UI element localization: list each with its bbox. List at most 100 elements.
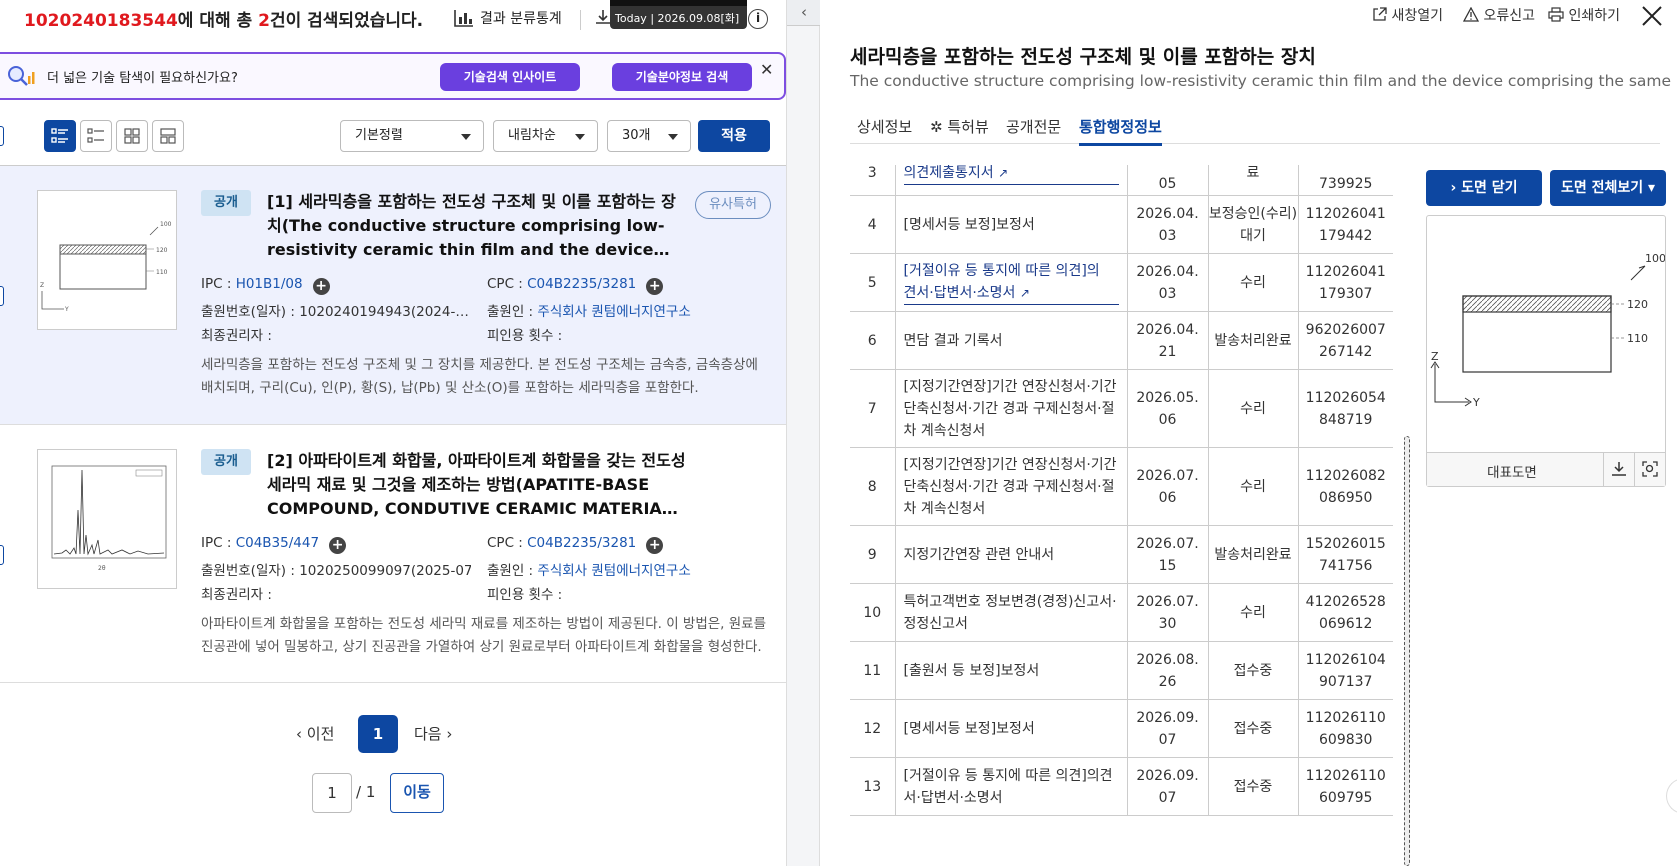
row-doc-number: 112026110 609795	[1298, 757, 1393, 816]
admin-history-row: 9 지정기간연장 관련 안내서 2026.07. 15 발송처리완료 152026015 7…	[850, 525, 1393, 584]
applicant-link[interactable]: 주식회사 퀀텀에너지연구소	[537, 304, 690, 320]
page-number-current[interactable]: 1	[358, 715, 398, 753]
panel-splitter[interactable]: ‹	[786, 0, 821, 866]
close-icon[interactable]	[1640, 0, 1664, 35]
row-doc-number: 112026041 179307	[1298, 253, 1393, 312]
admin-history-table: 3 의견제출통지서 ↗ 05 료 739925 4 [명세서등 보정]보정서 2026.04.…	[850, 165, 1393, 866]
cited-count: 피인용 횟수 :	[487, 587, 563, 603]
row-date: 2026.09. 07	[1127, 699, 1209, 758]
plus-icon[interactable]: +	[329, 537, 347, 554]
admin-history-row: 4 [명세서등 보정]보정서 2026.04. 03 보정승인(수리)대기 1120260…	[850, 195, 1393, 254]
plus-icon[interactable]: +	[646, 537, 664, 554]
go-page-button[interactable]: 이동	[390, 773, 444, 813]
row-doc-number: 112026041 179442	[1298, 195, 1393, 254]
next-page-button[interactable]: 다음 ›	[414, 723, 452, 744]
row-status: 료	[1208, 165, 1299, 196]
cited-count: 피인용 횟수 :	[487, 328, 563, 344]
tab-patent-view[interactable]: ✲ 특허뷰	[930, 116, 989, 137]
document-name: [명세서등 보정]보정서	[895, 699, 1128, 758]
svg-text:120: 120	[156, 247, 168, 254]
cpc-link[interactable]: C04B2235/3281	[527, 276, 636, 292]
result-checkbox[interactable]	[0, 286, 4, 306]
result-title[interactable]: [2] 아파타이트계 화합물, 아파타이트계 화합물을 갖는 전도성 세라믹 재…	[267, 449, 687, 521]
row-date: 2026.04. 21	[1127, 311, 1209, 370]
document-name: [거절이유 등 통지에 따른 의견]의견서·답변서·소명서 ↗	[895, 253, 1128, 312]
detail-subtitle: The conductive structure comprising low-…	[850, 72, 1672, 90]
download-icon[interactable]	[1603, 453, 1634, 486]
document-name: [지정기간연장]기간 연장신청서·기간단축신청서·기간 경과 구제신청서·절차 …	[895, 447, 1128, 526]
ipc-link[interactable]: C04B35/447	[236, 535, 319, 551]
document-link[interactable]: [거절이유 등 통지에 따른 의견]의견서·답변서·소명서 ↗	[903, 260, 1119, 305]
admin-history-row: 5 [거절이유 등 통지에 따른 의견]의견서·답변서·소명서 ↗ 2026.04.…	[850, 253, 1393, 312]
svg-text:Z: Z	[1431, 350, 1439, 363]
row-number: 12	[850, 699, 896, 758]
drawing-full-view-button[interactable]: 도면 전체보기 ▾	[1550, 170, 1666, 206]
tab-admin-info[interactable]: 통합행정정보	[1079, 116, 1162, 146]
representative-drawing[interactable]: 120 110 100 Z Y 대표도면	[1426, 215, 1666, 487]
admin-history-row: 12 [명세서등 보정]보정서 2026.09. 07 접수중 112026110 6098…	[850, 699, 1393, 758]
report-error-button[interactable]: 오류신고	[1462, 5, 1535, 25]
prev-page-button[interactable]: ‹ 이전	[296, 723, 334, 744]
sort-select[interactable]: 기본정렬	[340, 120, 484, 152]
document-link[interactable]: 의견제출통지서 ↗	[903, 165, 1119, 185]
document-name: 지정기간연장 관련 안내서	[895, 525, 1128, 584]
search-banner: 더 넓은 기술 탐색이 필요하신가요? 기술검색 인사이트 기술분야정보 검색 …	[0, 52, 786, 100]
result-abstract: 세라믹층을 포함하는 전도성 구조체 및 그 장치를 제공한다. 본 전도성 구…	[201, 357, 758, 396]
page-size-select[interactable]: 30개	[607, 120, 691, 152]
apply-button[interactable]: 적용	[698, 120, 770, 152]
list-view-simple-button[interactable]	[80, 120, 112, 152]
page-input[interactable]: 1	[312, 773, 352, 813]
cpc-link[interactable]: C04B2235/3281	[527, 535, 636, 551]
simple-list-icon	[87, 128, 104, 143]
image-view-button[interactable]	[152, 120, 184, 152]
divider	[0, 682, 786, 683]
result-count: 2	[258, 11, 270, 31]
row-number: 7	[850, 369, 896, 448]
zoom-icon[interactable]	[1634, 453, 1665, 486]
row-status: 접수중	[1208, 641, 1299, 700]
plus-icon[interactable]: +	[646, 278, 664, 295]
row-date: 05	[1127, 165, 1209, 196]
result-abstract: 아파타이트계 화합물을 포함하는 전도성 세라믹 재료를 제조하는 방법이 제공…	[201, 616, 767, 655]
print-button[interactable]: 인쇄하기	[1548, 5, 1620, 25]
similar-patent-button[interactable]: 유사특허	[695, 191, 771, 219]
results-panel: 1020240183544에 대해 총 2건이 검색되었습니다. 결과 분류통계…	[0, 0, 786, 866]
plus-icon[interactable]: +	[312, 278, 330, 295]
result-title[interactable]: [1] 세라믹층을 포함하는 전도성 구조체 및 이를 포함하는 장치(The …	[267, 190, 687, 262]
cpc-field: CPC : C04B2235/3281 +	[487, 276, 777, 295]
result-item[interactable]: 2θ 공개 [2] 아파타이트계 화합물, 아파타이트계 화합물을 갖는 전도성…	[0, 425, 786, 683]
result-thumbnail[interactable]: 120 110 100 Z Y	[37, 190, 177, 330]
list-view-detail-button[interactable]	[44, 120, 76, 152]
stats-button[interactable]: 결과 분류통계	[454, 8, 562, 28]
result-thumbnail[interactable]: 2θ	[37, 449, 177, 589]
tab-full-text[interactable]: 공개전문	[1006, 116, 1061, 137]
sparkle-icon: ✲	[930, 118, 943, 136]
ipc-link[interactable]: H01B1/08	[236, 276, 303, 292]
applicant-link[interactable]: 주식회사 퀀텀에너지연구소	[537, 563, 690, 579]
chevron-left-icon[interactable]: ‹	[787, 0, 821, 26]
tab-detail-info[interactable]: 상세정보	[857, 116, 912, 137]
table-scrollbar[interactable]	[1404, 436, 1410, 866]
banner-close-icon[interactable]: ✕	[760, 60, 773, 79]
result-checkbox[interactable]	[0, 545, 4, 565]
result-item[interactable]: 120 110 100 Z Y 공개 [1] 세라믹층을 포함하는 전도성 구조…	[0, 166, 786, 424]
insight-button[interactable]: 기술검색 인사이트	[440, 63, 580, 91]
floating-edge-button[interactable]	[1666, 778, 1677, 814]
document-name: 의견제출통지서 ↗	[895, 165, 1128, 196]
field-search-button[interactable]: 기술분야정보 검색	[612, 63, 752, 91]
result-count-message: 1020240183544에 대해 총 2건이 검색되었습니다.	[24, 11, 424, 31]
grid-view-button[interactable]	[116, 120, 148, 152]
row-doc-number: 739925	[1298, 165, 1393, 196]
row-date: 2026.08. 26	[1127, 641, 1209, 700]
query-number: 1020240183544	[24, 11, 178, 31]
drawing-close-button[interactable]: › 도면 닫기	[1426, 170, 1542, 206]
row-doc-number: 412026528 069612	[1298, 583, 1393, 642]
status-badge: 공개	[201, 190, 251, 216]
row-doc-number: 112026054 848719	[1298, 369, 1393, 448]
order-select[interactable]: 내림차순	[493, 120, 598, 152]
application-number: 출원번호(일자) : 1020240194943(2024-12-24)	[201, 304, 471, 320]
admin-history-row: 13 [거절이유 등 통지에 따른 의견]의견서·답변서·소명서 2026.09. 0…	[850, 757, 1393, 816]
select-all-checkbox[interactable]	[0, 126, 4, 146]
info-icon[interactable]: i	[748, 9, 768, 29]
new-window-button[interactable]: 새창열기	[1372, 5, 1443, 25]
